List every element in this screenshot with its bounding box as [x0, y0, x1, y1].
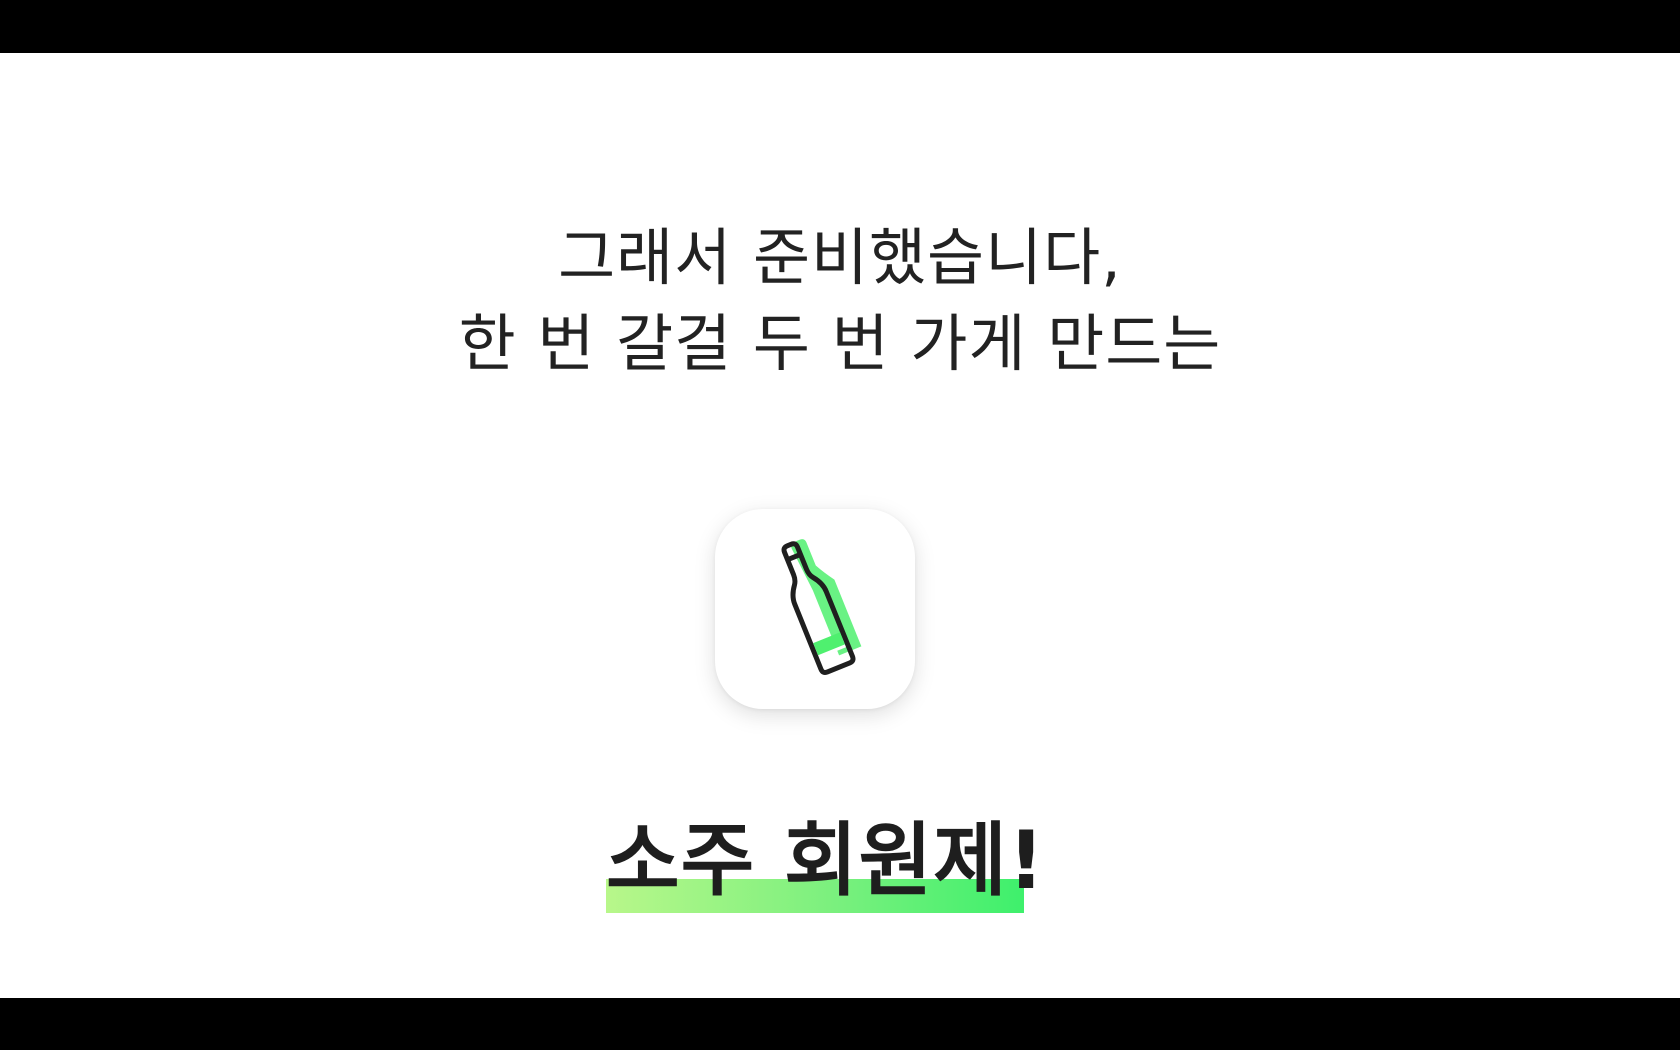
letterbox-bottom	[0, 998, 1680, 1050]
slide: 그래서 준비했습니다, 한 번 갈걸 두 번 가게 만드는 소주 회원제!	[0, 53, 1680, 998]
app-icon	[715, 509, 915, 709]
intro-text: 그래서 준비했습니다, 한 번 갈걸 두 번 가게 만드는	[0, 215, 1680, 387]
soju-bottle-icon	[781, 539, 862, 675]
title: 소주 회원제!	[606, 814, 1046, 907]
intro-line-1: 그래서 준비했습니다,	[558, 221, 1122, 294]
intro-line-2: 한 번 갈걸 두 번 가게 만드는	[458, 307, 1222, 380]
letterbox-top	[0, 0, 1680, 53]
title-block: 소주 회원제!	[606, 759, 1046, 913]
